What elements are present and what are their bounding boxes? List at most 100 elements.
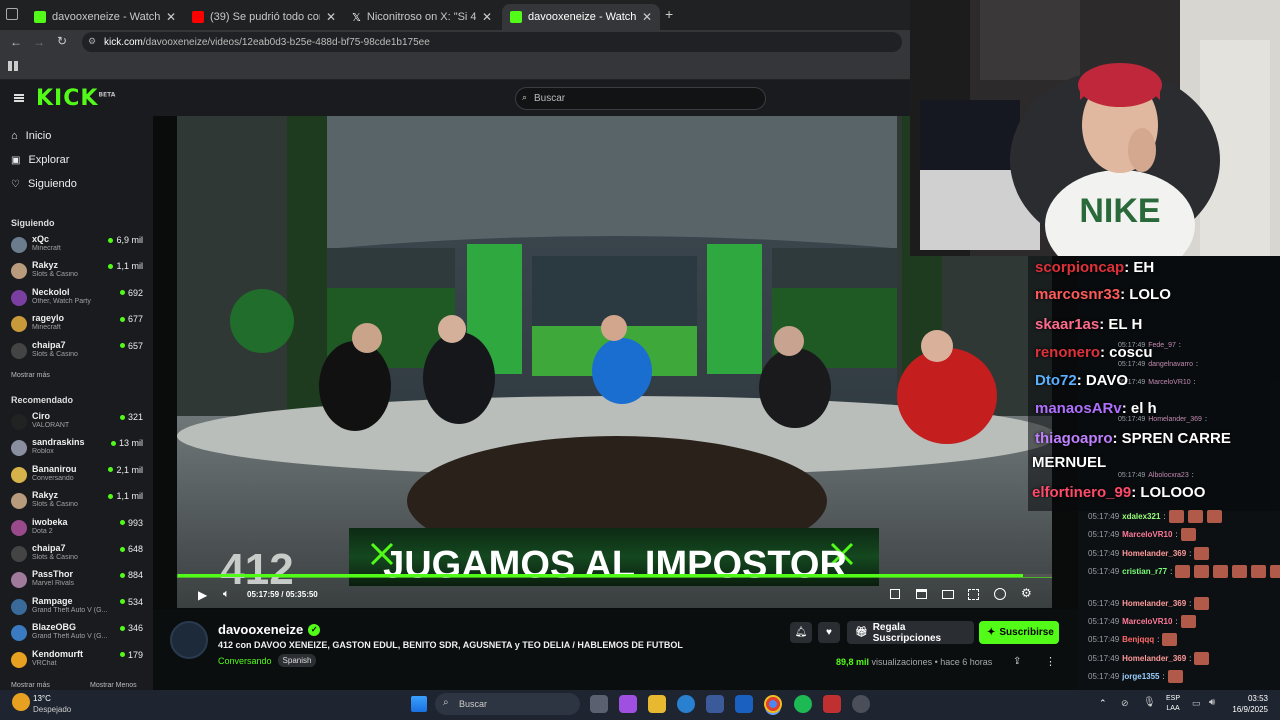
task-view-icon[interactable]	[590, 695, 608, 713]
file-explorer-icon[interactable]	[648, 695, 666, 713]
site-info-icon[interactable]: ⚙	[88, 36, 96, 47]
url-field[interactable]: ⚙ kick.com/davooxeneize/videos/12eab0d3-…	[82, 32, 902, 52]
close-icon[interactable]: ✕	[642, 10, 652, 24]
chat-username[interactable]: MarceloVR10	[1148, 379, 1190, 386]
channel-item[interactable]: chaipa7 Slots & Casino 648	[11, 543, 143, 567]
edge-icon[interactable]	[677, 695, 695, 713]
channel-item[interactable]: xQc Minecraft 6,9 mil	[11, 234, 143, 258]
speaker-icon[interactable]: 🔊︎	[1209, 697, 1215, 708]
gift-subs-button[interactable]: 🎁︎ Regala Suscripciones	[847, 621, 974, 644]
tab-overview-icon[interactable]	[6, 8, 18, 20]
language-tag[interactable]: Spanish	[277, 654, 317, 667]
nav-siguiendo[interactable]: ♡ Siguiendo	[11, 178, 77, 190]
chat-username[interactable]: dangelnavarro	[1148, 361, 1193, 368]
windows-start-icon[interactable]	[411, 696, 427, 712]
show-more-recommended[interactable]: Mostrar más	[11, 682, 50, 689]
chat-username[interactable]: jorge1355	[1122, 672, 1159, 681]
channel-item[interactable]: Rakyz Slots & Casino 1,1 mil	[11, 490, 143, 514]
channel-item[interactable]: Rakyz Slots & Casino 1,1 mil	[11, 260, 143, 284]
channel-item[interactable]: PassThor Marvel Rivals 884	[11, 569, 143, 593]
channel-item[interactable]: Ciro VALORANT 321	[11, 411, 143, 435]
category-link[interactable]: Conversando	[218, 656, 272, 666]
clip-icon[interactable]	[916, 589, 927, 599]
chrome-icon[interactable]	[764, 695, 782, 713]
taskbar-search[interactable]: ⌕ Buscar	[435, 693, 580, 715]
chat-username[interactable]: cristian_r77	[1122, 567, 1167, 576]
chat-username[interactable]: Albolocxra23	[1148, 472, 1188, 479]
channel-item[interactable]: Bananirou Conversando 2,1 mil	[11, 464, 143, 488]
display-icon[interactable]: ▭	[1192, 698, 1201, 709]
microphone-icon[interactable]: 🎙︎	[1143, 697, 1156, 708]
settings-gear-icon[interactable]: ⚙	[1021, 586, 1032, 600]
kick-logo[interactable]: KICKBETA	[36, 86, 115, 111]
channel-avatar[interactable]	[170, 621, 208, 659]
chat-username[interactable]: Homelander_369	[1122, 599, 1186, 608]
fullscreen-icon[interactable]	[968, 589, 979, 600]
chat-username[interactable]: MarceloVR10	[1122, 617, 1172, 626]
outlook-icon[interactable]	[735, 695, 753, 713]
channel-category: Other, Watch Party	[32, 297, 91, 305]
follow-heart-icon[interactable]: ♥	[818, 622, 840, 643]
new-tab-button[interactable]: +	[665, 6, 673, 22]
channel-item[interactable]: Rampage Grand Theft Auto V (G... 534	[11, 596, 143, 620]
obs-icon[interactable]	[852, 695, 870, 713]
tray-chevron-icon[interactable]: ⌃	[1099, 698, 1107, 709]
reload-icon[interactable]: ↻	[57, 34, 67, 48]
chat-username[interactable]: Benjqqq	[1122, 635, 1154, 644]
channel-item[interactable]: sandraskins Roblox 13 mil	[11, 437, 143, 461]
channel-item[interactable]: Neckolol Other, Watch Party 692	[11, 287, 143, 311]
network-icon[interactable]: ⊘	[1121, 698, 1129, 709]
overlay-chat-message: marcosnr33: LOLO	[1035, 286, 1171, 303]
apps-grid-icon[interactable]	[8, 61, 18, 71]
taskbar-search-placeholder: Buscar	[459, 699, 488, 709]
nav-inicio[interactable]: ⌂ Inicio	[11, 130, 51, 142]
spotify-icon[interactable]	[794, 695, 812, 713]
close-icon[interactable]: ✕	[166, 10, 176, 24]
channel-item[interactable]: chaipa7 Slots & Casino 657	[11, 340, 143, 364]
menu-icon[interactable]	[14, 94, 24, 102]
chat-username[interactable]: MarceloVR10	[1122, 530, 1172, 539]
play-icon[interactable]: ▶	[198, 588, 207, 602]
chat-username[interactable]: xdalex321	[1122, 512, 1160, 521]
language-indicator[interactable]: ESP LAA	[1166, 694, 1180, 714]
live-dot	[110, 440, 116, 446]
live-dot	[119, 546, 125, 552]
speed-icon[interactable]	[994, 588, 1006, 600]
search-input[interactable]: ⌕ Buscar	[515, 87, 766, 110]
subscribe-button[interactable]: ✦ Suscribirse	[979, 621, 1059, 644]
browser-tab-1[interactable]: davooxeneize - Watch the VOD ✕	[26, 4, 184, 30]
copilot-icon[interactable]	[619, 695, 637, 713]
browser-tab-2[interactable]: (39) Se pudrió todo con Mastan ✕	[184, 4, 344, 30]
live-dot	[119, 625, 125, 631]
share-icon[interactable]: ⇪	[1013, 656, 1021, 667]
weather-icon[interactable]	[12, 693, 30, 711]
miniplayer-icon[interactable]	[890, 589, 900, 599]
overlay-chat-message: elfortinero_99: LOLOOO	[1032, 484, 1205, 501]
chat-username[interactable]: Homelander_369	[1148, 416, 1202, 423]
close-icon[interactable]: ✕	[326, 10, 336, 24]
clock[interactable]: 03:53 16/9/2025	[1228, 693, 1268, 715]
volume-icon[interactable]: 🔈︎	[223, 588, 230, 601]
app-icon[interactable]	[823, 695, 841, 713]
channel-item[interactable]: Kendomurft VRChat 179	[11, 649, 143, 673]
show-less-recommended[interactable]: Mostrar Menos	[90, 682, 137, 689]
channel-item[interactable]: rageylo Minecraft 677	[11, 313, 143, 337]
browser-tab-4[interactable]: davooxeneize - Watch the VOD ✕	[502, 4, 660, 30]
browser-tab-3[interactable]: 𝕏 Niconitroso on X: "Si 412 fuese ✕	[344, 4, 500, 30]
nav-explorar[interactable]: ▣ Explorar	[11, 154, 69, 166]
close-icon[interactable]: ✕	[482, 10, 492, 24]
theater-mode-icon[interactable]	[942, 590, 954, 599]
channel-item[interactable]: BlazeOBG Grand Theft Auto V (G... 346	[11, 622, 143, 646]
chat-username[interactable]: Homelander_369	[1122, 654, 1186, 663]
channel-name-row[interactable]: davooxeneize ✓	[218, 622, 321, 637]
show-more-following[interactable]: Mostrar más	[11, 372, 50, 379]
channel-item[interactable]: iwobeka Dota 2 993	[11, 517, 143, 541]
more-options-icon[interactable]: ⋮	[1045, 655, 1056, 668]
progress-track[interactable]	[178, 574, 1052, 577]
back-icon[interactable]: ←	[10, 35, 22, 49]
chat-username[interactable]: Homelander_369	[1122, 549, 1186, 558]
notify-bell-icon[interactable]: 🔔︎	[790, 622, 812, 643]
viewer-count-text: 534	[127, 596, 143, 607]
forward-icon[interactable]: →	[33, 35, 45, 49]
store-icon[interactable]	[706, 695, 724, 713]
